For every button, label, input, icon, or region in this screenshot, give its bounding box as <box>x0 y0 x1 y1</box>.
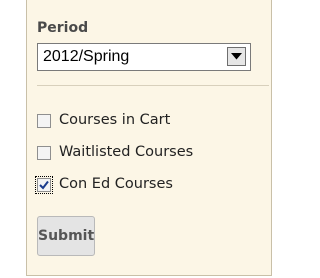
waitlisted-courses-label: Waitlisted Courses <box>59 144 194 160</box>
submit-button[interactable]: Submit <box>37 216 95 256</box>
period-label: Period <box>37 20 89 36</box>
period-select-value: 2012/Spring <box>43 48 130 65</box>
waitlisted-courses-checkbox[interactable] <box>37 146 51 160</box>
courses-in-cart-checkbox[interactable] <box>37 114 51 128</box>
filter-panel: Period 2012/Spring Courses in Cart Waitl… <box>26 0 272 276</box>
divider <box>37 85 269 86</box>
checkmark-icon <box>39 180 49 190</box>
dropdown-arrow-button[interactable] <box>227 47 246 66</box>
con-ed-courses-label: Con Ed Courses <box>59 176 173 192</box>
chevron-down-icon <box>231 53 242 60</box>
courses-in-cart-label: Courses in Cart <box>59 112 171 128</box>
period-select[interactable]: 2012/Spring <box>37 43 251 71</box>
con-ed-courses-checkbox[interactable] <box>35 176 53 194</box>
